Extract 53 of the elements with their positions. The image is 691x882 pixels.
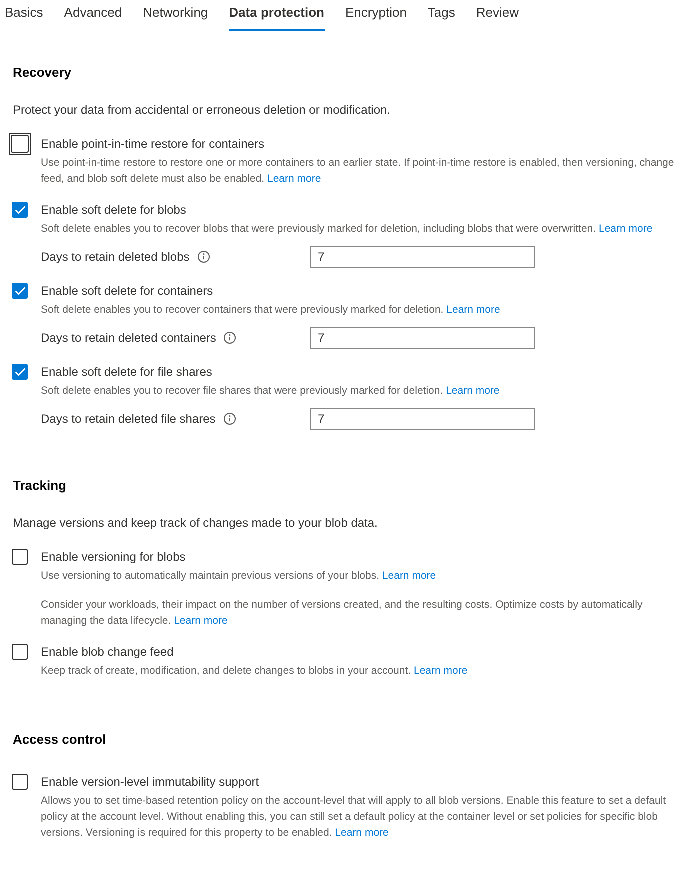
learn-more-link[interactable]: Learn more — [382, 570, 436, 582]
info-icon[interactable] — [198, 251, 210, 263]
checkbox-label: Enable versioning for blobs — [41, 549, 186, 565]
checkbox-label: Enable soft delete for blobs — [41, 202, 186, 218]
help-text: Allows you to set time-based retention policy on the account-level that will apply to all blob versions. Enable this feature to set a default policy at the account level. Without enabling this, you can still set a default policy at the container level or set policies for specific blob versions. Versioning is required for this property to be enabled. Learn more — [41, 794, 668, 841]
days-input[interactable]: 7 — [310, 246, 535, 268]
checkbox-label: Enable soft delete for file shares — [41, 364, 212, 380]
section-heading: Tracking — [12, 478, 68, 494]
note-text: Consider your workloads, their impact on the number of versions created, and the resulting costs. Optimize costs by automatically managing the data lifecycle. Learn more — [41, 598, 644, 629]
section-heading: Recovery — [12, 65, 73, 81]
learn-more-link[interactable]: Learn more — [446, 304, 500, 316]
checkbox-label: Enable point-in-time restore for containers — [41, 136, 264, 152]
section-heading: Access control — [12, 732, 108, 748]
learn-more-link[interactable]: Learn more — [446, 385, 500, 397]
checkbox[interactable] — [12, 364, 28, 380]
field-label: Days to retain deleted blobs — [41, 249, 190, 265]
help-text: Use versioning to automatically maintain previous versions of your blobs. Learn more — [41, 569, 438, 584]
days-input[interactable]: 7 — [310, 327, 535, 349]
field-label: Days to retain deleted containers — [41, 330, 216, 346]
field-label: Days to retain deleted file shares — [41, 411, 216, 427]
tab[interactable]: Networking — [143, 0, 208, 31]
checkbox[interactable] — [12, 283, 28, 299]
tab[interactable]: Review — [476, 0, 520, 31]
info-icon[interactable] — [224, 332, 236, 344]
learn-more-link[interactable]: Learn more — [174, 615, 228, 627]
learn-more-link[interactable]: Learn more — [335, 827, 389, 839]
help-text: Use point-in-time restore to restore one or more containers to an earlier state. If point-in-time restore is enabled, then versioning, change feed, and blob soft delete must also be enabled. Learn more — [41, 156, 676, 187]
checkbox-label: Enable soft delete for containers — [41, 283, 214, 299]
info-icon[interactable] — [224, 413, 236, 425]
help-text: Soft delete enables you to recover blobs that were previously marked for deletion, including blobs that were overwritten. Learn more — [41, 222, 654, 237]
section-description: Manage versions and keep track of changes made to your blob data. — [12, 515, 379, 531]
tab[interactable]: Data protection — [229, 0, 324, 31]
checkbox-label: Enable blob change feed — [41, 644, 174, 660]
tab[interactable]: Advanced — [64, 0, 122, 31]
learn-more-link[interactable]: Learn more — [268, 173, 322, 185]
tab[interactable]: Tags — [428, 0, 456, 31]
learn-more-link[interactable]: Learn more — [414, 665, 468, 677]
checkbox[interactable] — [12, 202, 28, 218]
help-text: Soft delete enables you to recover containers that were previously marked for deletion. Learn more — [41, 303, 502, 318]
section-description: Protect your data from accidental or erroneous deletion or modification. — [12, 102, 392, 118]
tab[interactable]: Encryption — [346, 0, 407, 31]
tab[interactable]: Basics — [5, 0, 44, 31]
checkmark-icon — [14, 206, 26, 214]
days-input[interactable]: 7 — [310, 408, 535, 430]
checkmark-icon — [14, 368, 26, 376]
learn-more-link[interactable]: Learn more — [598, 223, 653, 235]
checkbox[interactable] — [12, 549, 28, 565]
checkbox[interactable] — [12, 774, 28, 790]
help-text: Keep track of create, modification, and delete changes to blobs in your account. Learn more — [41, 664, 469, 679]
checkmark-icon — [14, 287, 26, 295]
help-text: Soft delete enables you to recover file shares that were previously marked for deletion. Learn more — [41, 384, 501, 399]
checkbox[interactable] — [12, 644, 28, 660]
checkbox-label: Enable version-level immutability support — [41, 774, 260, 790]
